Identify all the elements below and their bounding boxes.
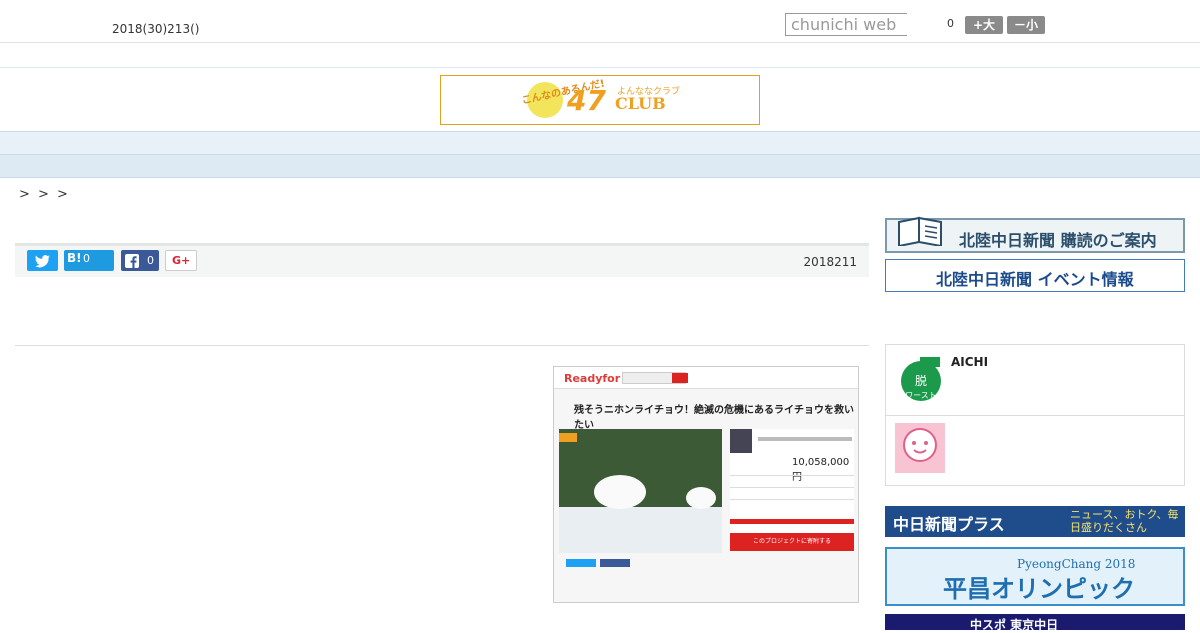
hatena-bookmark-button[interactable]: B! 0	[64, 250, 114, 271]
search-input[interactable]: chunichi web	[785, 13, 907, 36]
facebook-count: 0	[147, 254, 154, 267]
funded-amount: 10,058,000円	[792, 457, 850, 483]
header-date: 2018(30)213()	[112, 22, 200, 36]
facebook-icon	[125, 254, 139, 268]
sidebar-link-box: 脱ワースト AICHI	[885, 344, 1185, 486]
svg-text:ワースト: ワースト	[905, 391, 937, 400]
twitter-share-button[interactable]	[27, 250, 58, 271]
readyfor-logo: Readyfor	[564, 372, 621, 385]
subscribe-banner-label: 北陸中日新聞 購読のご案内	[959, 231, 1157, 250]
info-divider	[730, 475, 854, 476]
chuspo-banner-label: 中スポ 東京中日	[970, 618, 1059, 632]
snow-ground	[559, 507, 722, 553]
hatena-icon: B!	[67, 251, 82, 265]
photo-search-button	[672, 373, 688, 383]
aichi-label[interactable]: AICHI	[951, 355, 988, 369]
twitter-icon	[35, 255, 50, 268]
events-banner-label: 北陸中日新聞 イベント情報	[936, 270, 1134, 289]
facebook-share-button[interactable]: 0	[121, 250, 159, 271]
content-divider	[15, 345, 869, 346]
chunichi-plus-banner[interactable]: 中日新聞プラス ニュース、おトク、毎日盛りだくさん	[885, 506, 1185, 537]
site-logo[interactable]: こんなのあるんだ! 47 よんななクラブ CLUB	[440, 75, 760, 125]
ptarmigan-bird	[594, 475, 646, 509]
photo-fb-button	[600, 559, 630, 567]
font-larger-button[interactable]: +大	[965, 16, 1003, 34]
events-banner[interactable]: 北陸中日新聞 イベント情報	[885, 259, 1185, 292]
plus-banner-tagline: ニュース、おトク、毎日盛りだくさん	[1070, 508, 1179, 534]
plus-banner-label: 中日新聞プラス	[893, 515, 1005, 534]
gplus-share-button[interactable]: G+	[165, 250, 197, 271]
font-size-count: 0	[947, 17, 954, 30]
olympic-banner-label: 平昌オリンピック	[943, 575, 1135, 603]
progress-bar	[730, 519, 854, 524]
font-smaller-button[interactable]: －小	[1007, 16, 1045, 34]
logo-name: 47	[567, 84, 606, 117]
chuspo-banner[interactable]: 中スポ 東京中日	[885, 614, 1185, 632]
logo-club: CLUB	[615, 94, 666, 113]
baby-face-icon[interactable]	[895, 423, 945, 473]
ptarmigan-bird	[686, 487, 716, 509]
hatena-count: 0	[83, 252, 90, 265]
info-divider	[730, 499, 854, 500]
newspaper-icon	[898, 216, 942, 246]
breadcrumb[interactable]: > > >	[19, 187, 70, 202]
project-info: 10,058,000円 このプロジェクトに寄附する	[730, 429, 854, 551]
donate-button: このプロジェクトに寄附する	[730, 533, 854, 551]
box-divider	[886, 415, 1184, 416]
subscribe-banner[interactable]: 北陸中日新聞 購読のご案内	[885, 216, 1185, 253]
photo-badge	[559, 433, 577, 442]
publish-date: 2018211	[803, 255, 857, 269]
header-divider	[0, 67, 1200, 68]
aichi-worst-icon[interactable]: 脱ワースト	[898, 357, 944, 405]
info-divider	[730, 487, 854, 488]
svg-text:脱: 脱	[915, 373, 927, 388]
sub-nav	[0, 155, 1200, 178]
gplus-icon: G+	[172, 254, 191, 267]
main-nav	[0, 131, 1200, 155]
share-bar: B! 0 0 G+ 2018211	[15, 243, 869, 277]
article-photo[interactable]: Readyfor 残そうニホンライチョウ！絶滅の危機にあるライチョウを救いたい …	[553, 366, 859, 603]
photo-headline: 残そうニホンライチョウ！絶滅の危機にあるライチョウを救いたい	[574, 405, 854, 431]
avatar	[730, 429, 752, 453]
owner-name-line	[758, 437, 852, 441]
photo-tweet-button	[566, 559, 596, 567]
top-bar: 2018(30)213() chunichi web 0 +大 －小	[0, 0, 1200, 43]
olympic-banner[interactable]: PyeongChang 2018 平昌オリンピック	[885, 547, 1185, 606]
photo-site-header: Readyfor	[554, 367, 858, 389]
